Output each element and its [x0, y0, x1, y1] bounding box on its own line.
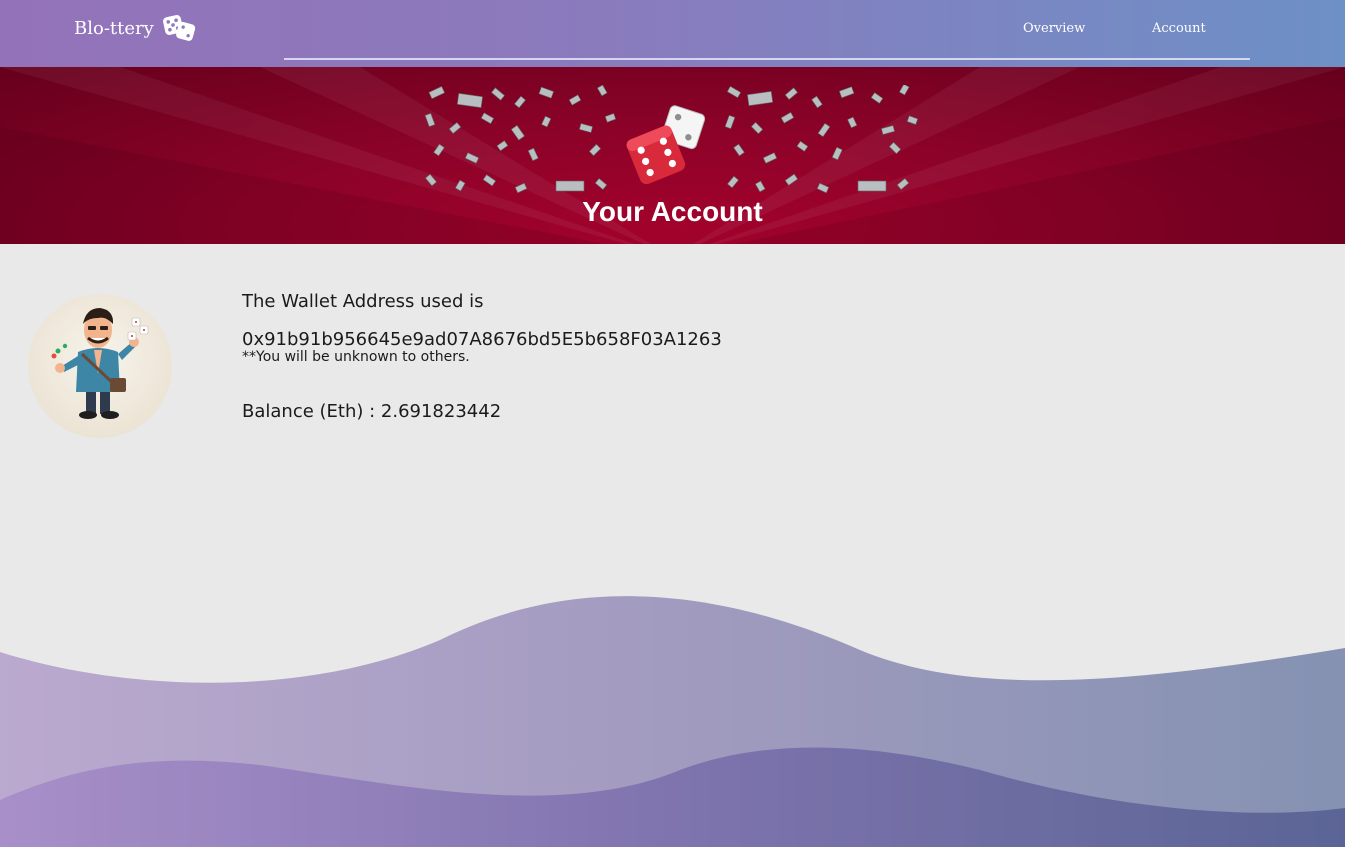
gambler-avatar-image: [51, 308, 149, 419]
balance-text: Balance (Eth) : 2.691823442: [242, 401, 502, 422]
privacy-note: **You will be unknown to others.: [242, 349, 470, 365]
hero-dice-image: [626, 105, 706, 185]
page-title: Your Account: [582, 196, 763, 227]
wallet-address: 0x91b91b956645e9ad07A8676bd5E5b658F03A12…: [242, 329, 722, 350]
avatar: [28, 294, 172, 438]
dice-icon: [162, 15, 195, 41]
money-rain-right: [724, 85, 919, 194]
money-rain-left: [424, 85, 617, 194]
brand-link[interactable]: Blo-ttery: [74, 13, 196, 43]
nav-link-overview[interactable]: Overview: [1023, 21, 1085, 36]
wallet-label: The Wallet Address used is: [242, 291, 484, 312]
nav-link-account[interactable]: Account: [1152, 21, 1206, 36]
hero-banner: Your Account: [0, 67, 1345, 244]
top-navbar: Blo-ttery Overview Account: [0, 0, 1345, 67]
nav-divider: [284, 58, 1250, 60]
decorative-waves: [0, 596, 1345, 847]
brand-name: Blo-ttery: [74, 17, 154, 39]
